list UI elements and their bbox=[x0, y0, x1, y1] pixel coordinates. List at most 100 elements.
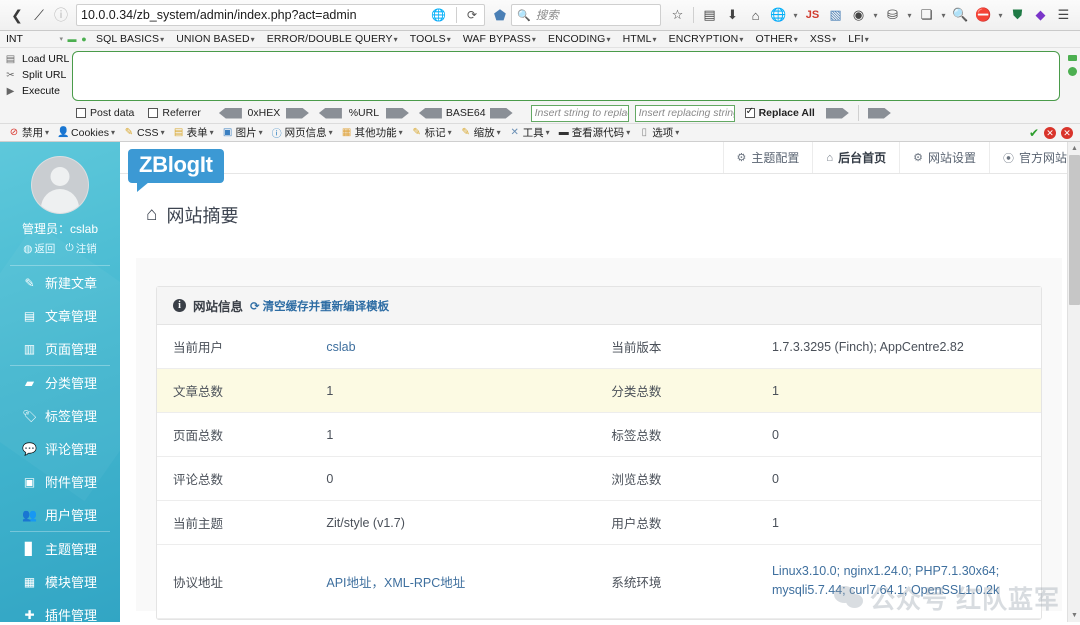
row-value-left-link[interactable]: cslab bbox=[326, 340, 355, 354]
globe-icon[interactable]: 🌐 bbox=[431, 8, 446, 22]
row-value-left[interactable]: cslab bbox=[310, 325, 595, 369]
hackbar-menu-1[interactable]: UNION BASED▾ bbox=[170, 33, 261, 45]
hackbar-menu-6[interactable]: HTML▾ bbox=[617, 33, 663, 45]
webdev-view-source-icon[interactable]: ▬ 查看源代码 ▾ bbox=[554, 125, 635, 140]
search-input[interactable]: 🔍 搜索 bbox=[511, 4, 661, 26]
webdev-disable-icon[interactable]: ⊘ 禁用 ▾ bbox=[4, 125, 53, 140]
webdev-options-icon[interactable]: ▯ 选项 ▾ bbox=[634, 125, 683, 140]
bookmark-star-icon[interactable]: ☆ bbox=[667, 4, 688, 26]
replace-to-input[interactable]: Insert replacing string bbox=[634, 104, 735, 122]
decode-arrow-icon[interactable] bbox=[318, 107, 342, 119]
hamburger-menu-icon[interactable]: ☰ bbox=[1053, 4, 1074, 26]
add-icon[interactable] bbox=[1067, 67, 1077, 76]
post-data-checkbox[interactable]: Post data bbox=[76, 107, 134, 119]
sidebar-item-post-manage[interactable]: ▤ 文章管理 bbox=[0, 299, 120, 332]
site-logo[interactable]: ZBlogIt bbox=[128, 149, 224, 192]
sidebar-item-comment[interactable]: 💬 评论管理 bbox=[0, 432, 120, 465]
zoom-icon[interactable]: 🔍 bbox=[950, 4, 971, 26]
palette-icon[interactable]: ◉ bbox=[848, 4, 869, 26]
hackbar-menu-0[interactable]: SQL BASICS▾ bbox=[90, 33, 170, 45]
encode-arrow-icon[interactable] bbox=[285, 107, 309, 119]
reader-icon[interactable]: ▤ bbox=[699, 4, 720, 26]
adblock-icon[interactable]: ⛔ bbox=[973, 4, 994, 26]
globe-icon[interactable]: 🌐 bbox=[768, 4, 789, 26]
hackbar-query-textarea[interactable] bbox=[72, 51, 1060, 101]
scrollbar-thumb[interactable] bbox=[1069, 155, 1080, 305]
row-value-left[interactable]: API地址，XML-RPC地址 bbox=[310, 545, 595, 619]
row-value-right-link[interactable]: Linux3.10.0; nginx1.24.0; PHP7.1.30x64; … bbox=[772, 564, 999, 597]
sidebar-back-link[interactable]: ◍ 返回 bbox=[23, 241, 55, 256]
hackbar-execute-icon[interactable]: ▶ Execute bbox=[4, 83, 72, 99]
minus-icon[interactable]: ▬ bbox=[66, 34, 78, 44]
webdev-cookie-icon[interactable]: 👤 Cookies ▾ bbox=[53, 127, 119, 139]
row-value-left-link[interactable]: API地址，XML-RPC地址 bbox=[326, 576, 465, 590]
chevron-down-icon[interactable]: ▾ bbox=[939, 4, 948, 26]
sidebar-item-page-manage[interactable]: ▥ 页面管理 bbox=[0, 332, 120, 365]
webdev-css-icon[interactable]: ✎ CSS ▾ bbox=[119, 127, 169, 139]
sidebar-logout-link[interactable]: ⏻ 注销 bbox=[65, 241, 96, 256]
hackbar-split-url-icon[interactable]: ✂ Split URL bbox=[4, 67, 72, 83]
topnav-item-2[interactable]: ⚙ 网站设置 bbox=[899, 142, 989, 173]
forward-arrow-icon[interactable]: ⟋ bbox=[28, 4, 50, 26]
javascript-icon[interactable]: JS bbox=[802, 4, 823, 26]
encode-arrow-icon[interactable] bbox=[385, 107, 409, 119]
hackbar-menu-5[interactable]: ENCODING▾ bbox=[542, 33, 617, 45]
replace-revert-icon[interactable] bbox=[867, 107, 891, 119]
download-icon[interactable]: ⬇ bbox=[722, 4, 743, 26]
url-input[interactable]: 10.0.0.34/zb_system/admin/index.php?act=… bbox=[76, 4, 485, 26]
webdev-resize-icon[interactable]: ✎ 缩放 ▾ bbox=[456, 125, 505, 140]
home-icon[interactable]: ⌂ bbox=[745, 4, 766, 26]
vertical-scrollbar[interactable]: ▲ ▼ bbox=[1067, 142, 1080, 622]
hackbar-menu-8[interactable]: OTHER▾ bbox=[749, 33, 803, 45]
scroll-up-icon[interactable]: ▲ bbox=[1068, 142, 1080, 155]
replace-from-input[interactable]: Insert string to replace bbox=[530, 104, 629, 122]
copy-icon[interactable]: ❏ bbox=[916, 4, 937, 26]
error-icon-2[interactable]: ✕ bbox=[1061, 126, 1073, 139]
replace-apply-icon[interactable] bbox=[825, 107, 849, 119]
webdev-tools-icon[interactable]: ✕ 工具 ▾ bbox=[505, 125, 554, 140]
sidebar-item-folder[interactable]: ▰ 分类管理 bbox=[0, 366, 120, 399]
chevron-down-icon[interactable]: ▾ bbox=[905, 4, 914, 26]
page-info-icon[interactable]: ⓘ bbox=[50, 4, 72, 26]
decode-arrow-icon[interactable] bbox=[418, 107, 442, 119]
hackbar-menu-9[interactable]: XSS▾ bbox=[804, 33, 842, 45]
chevron-down-icon[interactable]: ▾ bbox=[791, 4, 800, 26]
decode-arrow-icon[interactable] bbox=[218, 107, 242, 119]
webdev-form-icon[interactable]: ▤ 表单 ▾ bbox=[169, 125, 218, 140]
sidebar-item-plugin[interactable]: ✚ 插件管理 bbox=[0, 598, 120, 623]
reload-icon[interactable]: ⟳ bbox=[467, 8, 477, 22]
encode-arrow-icon[interactable] bbox=[489, 107, 513, 119]
webdev-misc-icon[interactable]: ▦ 其他功能 ▾ bbox=[337, 125, 407, 140]
error-icon[interactable]: ✕ bbox=[1044, 126, 1056, 139]
shield-icon[interactable]: ⛊ bbox=[1007, 4, 1028, 26]
hackbar-load-url-icon[interactable]: ▤ Load URL bbox=[4, 51, 72, 67]
scroll-down-icon[interactable]: ▼ bbox=[1068, 609, 1080, 622]
chevron-down-icon[interactable]: ▾ bbox=[996, 4, 1005, 26]
hackbar-menu-7[interactable]: ENCRYPTION▾ bbox=[663, 33, 750, 45]
sidebar-item-new-post[interactable]: ✎ 新建文章 bbox=[0, 266, 120, 299]
collapse-icon[interactable] bbox=[1067, 55, 1077, 61]
sidebar-item-module-grid[interactable]: ▦ 模块管理 bbox=[0, 565, 120, 598]
webdev-page-info-icon[interactable]: ⓘ 网页信息 ▾ bbox=[267, 125, 337, 140]
proxy-icon[interactable]: ⛁ bbox=[882, 4, 903, 26]
user-avatar-icon[interactable] bbox=[31, 156, 89, 214]
pin-icon[interactable]: ⬟ bbox=[489, 4, 511, 26]
referrer-checkbox[interactable]: Referrer bbox=[148, 107, 201, 119]
sidebar-item-users[interactable]: 👥 用户管理 bbox=[0, 498, 120, 531]
clear-cache-link[interactable]: ⟳ 清空缓存并重新编译模板 bbox=[250, 298, 389, 314]
hackbar-menu-4[interactable]: WAF BYPASS▾ bbox=[457, 33, 542, 45]
hackbar-menu-10[interactable]: LFI▾ bbox=[842, 33, 875, 45]
back-arrow-icon[interactable]: ❮ bbox=[6, 4, 28, 26]
chevron-down-icon[interactable]: ▾ bbox=[871, 4, 880, 26]
check-icon[interactable]: ✔ bbox=[1029, 126, 1039, 140]
sidebar-item-theme[interactable]: ▊ 主题管理 bbox=[0, 532, 120, 565]
replace-all-checkbox[interactable]: Replace All bbox=[744, 106, 815, 119]
hackbar-menu-3[interactable]: TOOLS▾ bbox=[404, 33, 457, 45]
hackbar-menu-2[interactable]: ERROR/DOUBLE QUERY▾ bbox=[261, 33, 404, 45]
sidebar-item-tag[interactable]: 🏷 标签管理 bbox=[0, 399, 120, 432]
row-value-right[interactable]: Linux3.10.0; nginx1.24.0; PHP7.1.30x64; … bbox=[756, 545, 1041, 619]
topnav-item-1[interactable]: ⌂ 后台首页 bbox=[812, 142, 899, 173]
gem-icon[interactable]: ◆ bbox=[1030, 4, 1051, 26]
webdev-image-icon[interactable]: ▣ 图片 ▾ bbox=[218, 125, 267, 140]
webdev-outline-icon[interactable]: ✎ 标记 ▾ bbox=[407, 125, 456, 140]
